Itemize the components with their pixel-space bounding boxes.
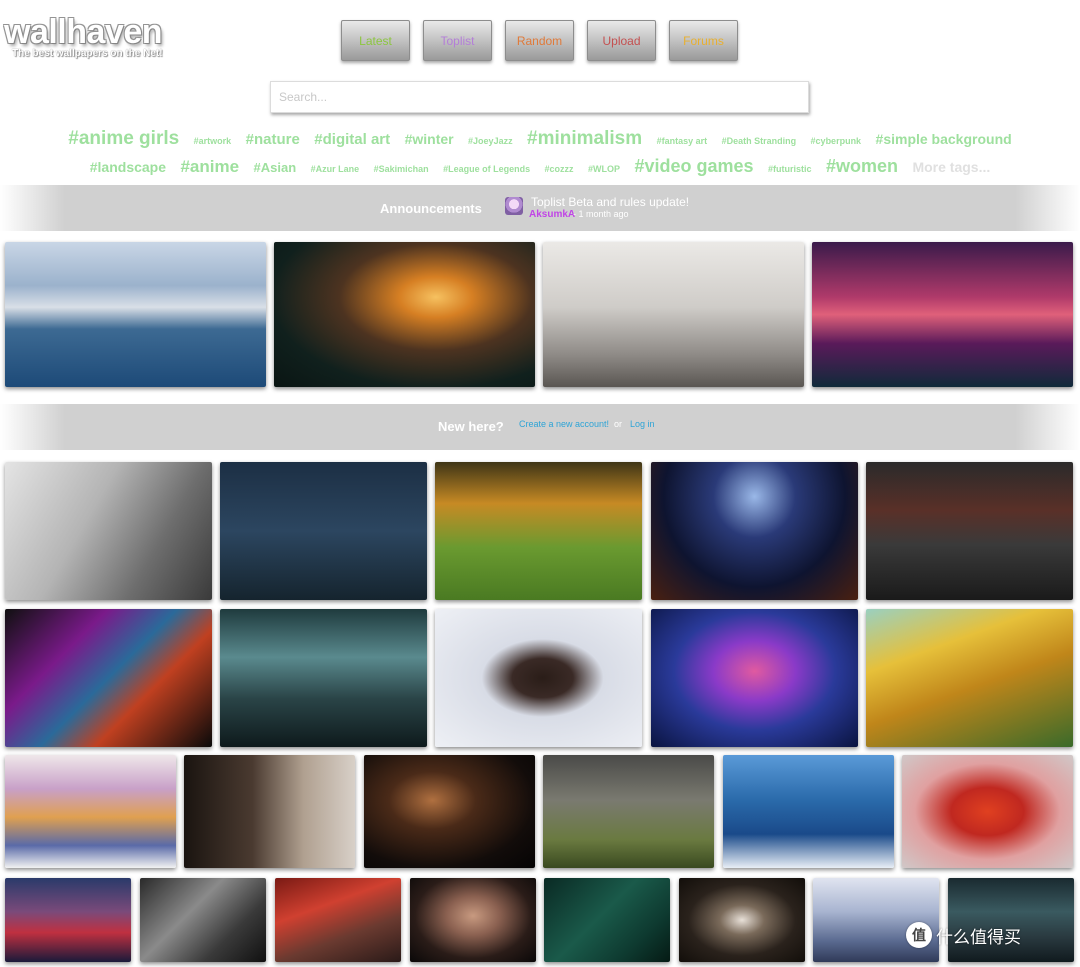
tag-link[interactable]: #video games xyxy=(634,154,753,179)
tag-link[interactable]: #WLOP xyxy=(588,157,620,182)
tag-link[interactable]: #Sakimichan xyxy=(374,157,429,182)
wallpaper-thumb[interactable] xyxy=(543,242,804,387)
wallpaper-thumb[interactable] xyxy=(651,462,858,600)
tag-link[interactable]: #artwork xyxy=(194,129,232,154)
watermark-logo-icon: 值 xyxy=(906,922,932,948)
wallpaper-thumb[interactable] xyxy=(866,462,1073,600)
nav-latest-button[interactable]: Latest xyxy=(341,20,410,61)
logo-wordmark: wallhaven xyxy=(4,13,163,51)
logo-tagline: The best wallpapers on the Net! xyxy=(12,48,163,59)
wallpaper-thumb[interactable] xyxy=(274,242,535,387)
wallpaper-thumb[interactable] xyxy=(364,755,535,868)
tag-link[interactable]: #women xyxy=(826,154,898,179)
wallpaper-thumb[interactable] xyxy=(813,878,939,962)
tag-link[interactable]: #cyberpunk xyxy=(811,129,862,154)
wallpaper-thumb[interactable] xyxy=(220,462,427,600)
announcement-time: - 1 month ago xyxy=(573,209,629,219)
announcement-author-link[interactable]: AksumkA xyxy=(529,209,575,220)
tag-link[interactable]: #minimalism xyxy=(527,126,642,151)
tag-link[interactable]: #nature xyxy=(246,127,300,152)
wallpaper-thumb[interactable] xyxy=(184,755,355,868)
wallpaper-thumb[interactable] xyxy=(866,609,1073,747)
create-account-link[interactable]: Create a new account! xyxy=(519,419,609,429)
tag-link[interactable]: #fantasy art xyxy=(657,129,708,154)
wallpaper-thumb[interactable] xyxy=(5,462,212,600)
wallpaper-thumb[interactable] xyxy=(723,755,894,868)
nav-upload-button[interactable]: Upload xyxy=(587,20,656,61)
or-text: or xyxy=(614,419,623,429)
wallpaper-thumb[interactable] xyxy=(812,242,1073,387)
wallpaper-thumb[interactable] xyxy=(543,755,714,868)
wallpaper-thumb[interactable] xyxy=(544,878,670,962)
nav-toplist-button[interactable]: Toplist xyxy=(423,20,492,61)
login-link[interactable]: Log in xyxy=(630,419,655,429)
wallpaper-thumb[interactable] xyxy=(140,878,266,962)
wallpaper-thumb[interactable] xyxy=(5,242,266,387)
new-here-heading: New here? xyxy=(438,419,504,434)
tag-link[interactable]: #Asian xyxy=(254,155,297,180)
wallpaper-thumb[interactable] xyxy=(435,462,642,600)
wallpaper-thumb[interactable] xyxy=(220,609,427,747)
nav-random-button[interactable]: Random xyxy=(505,20,574,61)
tag-link[interactable]: #futuristic xyxy=(768,157,812,182)
wallpaper-thumb[interactable] xyxy=(410,878,536,962)
tag-link[interactable]: #Death Stranding xyxy=(722,129,797,154)
announcement-title-link[interactable]: Toplist Beta and rules update! xyxy=(531,195,689,209)
site-logo[interactable]: wallhaven The best wallpapers on the Net… xyxy=(4,14,163,59)
tag-link[interactable]: #Azur Lane xyxy=(311,157,360,182)
tag-link[interactable]: #winter xyxy=(405,127,454,152)
tag-link[interactable]: #landscape xyxy=(90,155,166,180)
tag-link[interactable]: #digital art xyxy=(314,127,390,152)
search-input[interactable] xyxy=(270,81,809,113)
wallpaper-thumb[interactable] xyxy=(948,878,1074,962)
avatar[interactable] xyxy=(505,197,523,215)
watermark: 值 什么值得买 xyxy=(906,922,1021,948)
wallpaper-thumb[interactable] xyxy=(5,878,131,962)
main-nav: Latest Toplist Random Upload Forums xyxy=(341,20,738,61)
tag-link[interactable]: #simple background xyxy=(876,127,1012,152)
wallpaper-thumb[interactable] xyxy=(651,609,858,747)
tag-link[interactable]: #JoeyJazz xyxy=(468,129,513,154)
tag-link[interactable]: #cozzz xyxy=(545,157,574,182)
tag-link[interactable]: #anime xyxy=(180,154,239,179)
tag-link[interactable]: #League of Legends xyxy=(443,157,530,182)
wallpaper-thumb[interactable] xyxy=(275,878,401,962)
announcements-heading: Announcements xyxy=(380,201,482,216)
popular-tags: #anime girls #artwork #nature #digital a… xyxy=(60,126,1020,182)
more-tags-link[interactable]: More tags... xyxy=(912,155,990,180)
wallpaper-thumb[interactable] xyxy=(5,609,212,747)
nav-forums-button[interactable]: Forums xyxy=(669,20,738,61)
tag-link[interactable]: #anime girls xyxy=(68,126,179,151)
wallpaper-thumb[interactable] xyxy=(435,609,642,747)
wallpaper-thumb[interactable] xyxy=(902,755,1073,868)
wallpaper-thumb[interactable] xyxy=(5,755,176,868)
wallpaper-thumb[interactable] xyxy=(679,878,805,962)
watermark-text: 什么值得买 xyxy=(936,927,1021,948)
